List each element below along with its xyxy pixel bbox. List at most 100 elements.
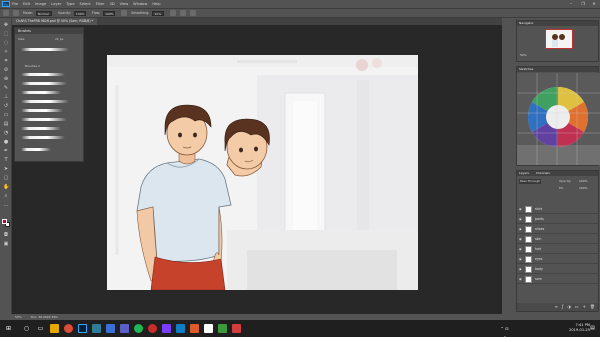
menu-help[interactable]: Help [152, 2, 160, 6]
app-icon[interactable] [190, 324, 199, 333]
brush-group-label[interactable]: Brushes 2 [25, 64, 40, 68]
visibility-eye-icon[interactable]: ◉ [519, 248, 522, 251]
crop-tool-icon[interactable]: ⌗ [3, 58, 9, 64]
visibility-eye-icon[interactable]: ◉ [519, 228, 522, 231]
quick-mask-icon[interactable]: ◘ [3, 232, 9, 238]
menu-3d[interactable]: 3D [110, 2, 115, 6]
canvas-pasteboard[interactable] [12, 25, 502, 314]
brush-preset[interactable] [21, 73, 65, 76]
menu-image[interactable]: Image [35, 2, 46, 6]
type-tool-icon[interactable]: T [3, 157, 9, 163]
app-icon[interactable] [92, 324, 101, 333]
menu-type[interactable]: Type [66, 2, 74, 6]
menu-filter[interactable]: Filter [96, 2, 105, 6]
brush-preset[interactable] [21, 136, 65, 139]
opacity-field[interactable]: 100% [73, 10, 86, 16]
new-layer-icon[interactable]: + [583, 303, 586, 311]
navigator-preview[interactable] [545, 29, 573, 49]
brush-preset[interactable] [21, 118, 67, 121]
layer-row[interactable]: ◉ skin [517, 235, 598, 244]
taskbar-clock[interactable]: 7:41 PM 2019-01-25 [569, 323, 590, 333]
app-icon[interactable] [218, 324, 227, 333]
new-group-icon[interactable]: ▭ [575, 303, 579, 311]
lasso-tool-icon[interactable]: ◌ [3, 40, 9, 46]
layer-row[interactable]: ◉ sam [517, 275, 598, 284]
brush-tool-preset-icon[interactable] [3, 10, 9, 16]
menu-select[interactable]: Select [80, 2, 91, 6]
gradient-tool-icon[interactable]: ▤ [3, 121, 9, 127]
foreground-color-swatch[interactable] [2, 219, 7, 224]
settings-gear-icon[interactable] [170, 10, 177, 16]
dodge-tool-icon[interactable]: ● [3, 139, 9, 145]
layer-row[interactable]: ◉ shoes [517, 225, 598, 234]
delete-layer-icon[interactable]: 🗑 [590, 303, 595, 311]
menu-file[interactable]: File [12, 2, 18, 6]
pen-tool-icon[interactable]: ✒ [3, 148, 9, 154]
mask-icon[interactable]: ◑ [567, 303, 571, 311]
chrome-icon[interactable] [64, 324, 73, 333]
hand-tool-icon[interactable]: ✋ [3, 184, 9, 190]
shape-tool-icon[interactable]: ▢ [3, 175, 9, 181]
photoshop-taskbar-icon[interactable] [78, 324, 87, 333]
search-icon[interactable]: ○ [22, 324, 31, 333]
clone-stamp-tool-icon[interactable]: ⊥ [3, 94, 9, 100]
app-icon[interactable] [204, 324, 213, 333]
navigator-zoom[interactable]: 50% [520, 53, 527, 57]
brush-preset[interactable] [21, 100, 69, 103]
layer-row[interactable]: ◉ pants [517, 215, 598, 224]
close-icon[interactable]: ✕ [589, 0, 599, 8]
link-layers-icon[interactable]: ∞ [555, 303, 558, 311]
symmetry-icon[interactable] [190, 10, 197, 16]
brush-picker-icon[interactable] [13, 10, 19, 16]
navigator-tab[interactable]: Navigator [517, 21, 598, 26]
brush-preset[interactable] [21, 109, 63, 112]
marquee-tool-icon[interactable]: ⬚ [3, 31, 9, 37]
minimize-icon[interactable]: – [566, 0, 576, 8]
app-icon[interactable] [162, 324, 171, 333]
app-icon[interactable] [148, 324, 157, 333]
status-zoom[interactable]: 50% [15, 315, 22, 319]
visibility-eye-icon[interactable]: ◉ [519, 208, 522, 211]
visibility-eye-icon[interactable]: ◉ [519, 278, 522, 281]
maximize-icon[interactable]: ❐ [578, 0, 588, 8]
brush-preset[interactable] [21, 127, 61, 130]
channels-tab[interactable]: Channels [536, 171, 550, 175]
smoothing-field[interactable]: 10% [152, 10, 165, 16]
menu-edit[interactable]: Edit [23, 2, 30, 6]
app-icon[interactable] [176, 324, 185, 333]
mode-select[interactable]: Normal [35, 10, 52, 16]
visibility-eye-icon[interactable]: ◉ [519, 268, 522, 271]
flow-field[interactable]: 100% [103, 10, 116, 16]
brush-preset[interactable] [21, 91, 61, 94]
move-tool-icon[interactable]: ✥ [3, 22, 9, 28]
more-tools-icon[interactable]: … [3, 202, 9, 208]
blur-tool-icon[interactable]: ◔ [3, 130, 9, 136]
notifications-icon[interactable]: ▤ [588, 324, 597, 333]
visibility-eye-icon[interactable]: ◉ [519, 218, 522, 221]
task-view-icon[interactable]: ▭ [36, 324, 45, 333]
color-swatch-grid[interactable] [517, 73, 600, 165]
app-icon[interactable] [106, 324, 115, 333]
healing-tool-icon[interactable]: ⊕ [3, 76, 9, 82]
eyedropper-tool-icon[interactable]: ⊘ [3, 67, 9, 73]
pressure-icon[interactable] [180, 10, 187, 16]
menu-layer[interactable]: Layer [51, 2, 61, 6]
airbrush-icon[interactable] [121, 10, 128, 16]
history-brush-tool-icon[interactable]: ↺ [3, 103, 9, 109]
brush-size-value[interactable]: 21 px [55, 37, 63, 41]
path-selection-tool-icon[interactable]: ➤ [3, 166, 9, 172]
swatches-tab[interactable]: Swatches [517, 67, 598, 72]
layer-fill-field[interactable]: 100% [579, 186, 588, 190]
menu-window[interactable]: Window [133, 2, 147, 6]
blend-mode-select[interactable]: Pass Through [519, 179, 541, 184]
visibility-eye-icon[interactable]: ◉ [519, 238, 522, 241]
windows-start-icon[interactable]: ⊞ [4, 324, 13, 333]
app-icon[interactable] [120, 324, 129, 333]
tray-icons[interactable]: ⌃ ⊡ ♪ [500, 324, 509, 340]
layer-style-icon[interactable]: ƒ [562, 303, 563, 311]
screen-mode-icon[interactable]: ▣ [3, 241, 9, 247]
zoom-tool-icon[interactable]: ⌕ [3, 193, 9, 199]
layer-row[interactable]: ◉ shirt [517, 205, 598, 214]
brush-preset[interactable] [21, 82, 67, 85]
brush-preset[interactable] [21, 48, 69, 51]
